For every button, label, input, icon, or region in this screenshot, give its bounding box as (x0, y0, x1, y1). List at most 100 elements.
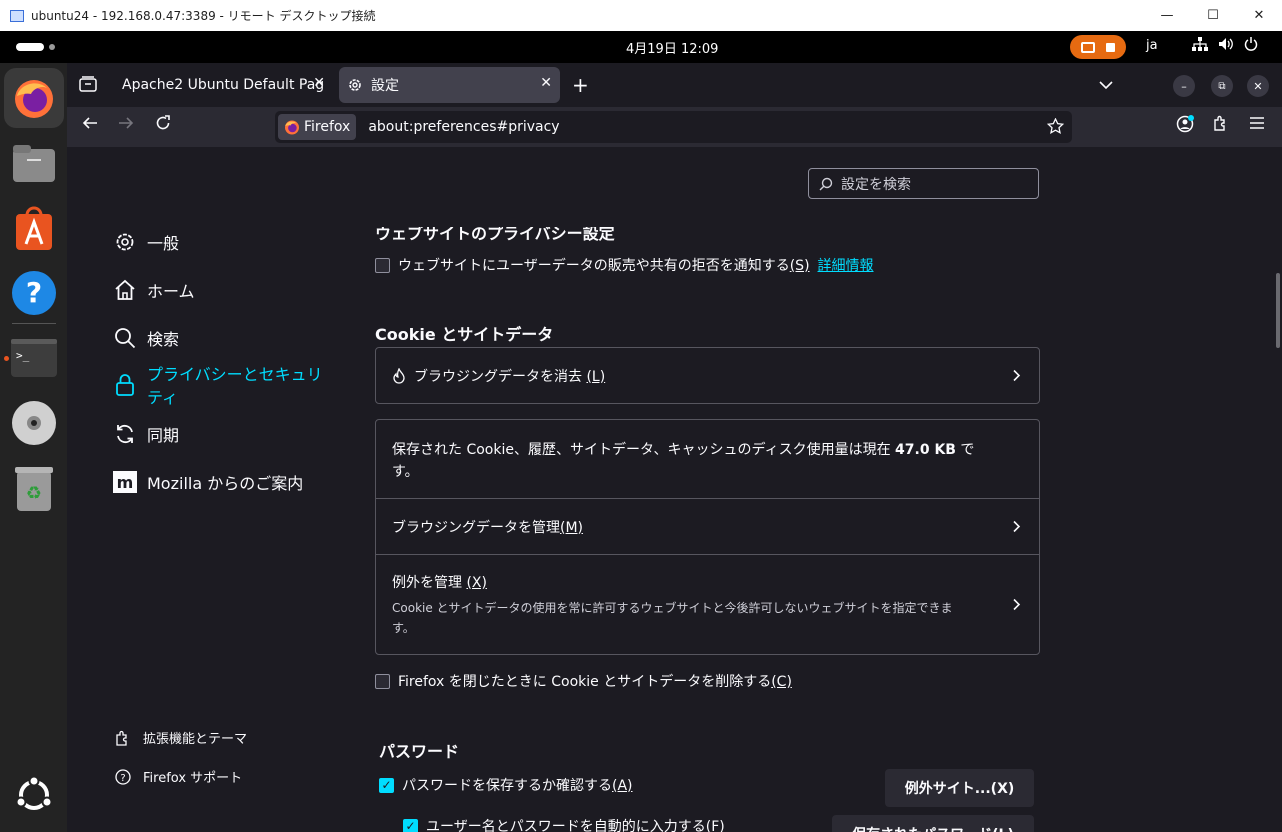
autofill-label: ユーザー名とパスワードを自動的に入力する (426, 819, 706, 832)
tab-title: Apache2 Ubuntu Default Pag (122, 77, 325, 93)
identity-box[interactable]: Firefox (278, 114, 357, 140)
chevron-right-icon (1013, 366, 1021, 385)
account-icon[interactable] (1176, 115, 1194, 137)
forward-arrow-icon[interactable] (118, 115, 134, 135)
reload-icon[interactable] (155, 115, 171, 135)
system-menu[interactable] (1192, 37, 1258, 51)
identity-label: Firefox (304, 119, 351, 135)
new-tab-plus-icon[interactable]: + (572, 73, 589, 97)
preferences-content: 設定を検索 一般 ホーム 検索 プライバシーとセキュリティ 同期 m Mozil… (67, 147, 1282, 832)
firefox-window: Apache2 Ubuntu Default Pag ✕ 設定 ✕ + – ⧉ … (67, 63, 1282, 832)
url-bar[interactable]: Firefox about:preferences#privacy (275, 111, 1072, 143)
back-arrow-icon[interactable] (82, 115, 98, 135)
hamburger-menu-icon[interactable] (1249, 115, 1265, 134)
category-mozilla[interactable]: m Mozilla からのご案内 (113, 470, 303, 494)
home-icon (113, 278, 137, 302)
ask-save-passwords-checkbox[interactable]: ✓ (379, 777, 394, 793)
dock-help[interactable]: ? (4, 263, 64, 323)
list-all-tabs-chevron-icon[interactable] (1099, 75, 1113, 94)
manage-exceptions-row[interactable]: 例外を管理 (X) Cookie とサイトデータの使用を常に許可するウェブサイト… (376, 555, 1039, 654)
category-label: Mozilla からのご案内 (147, 474, 304, 493)
category-label: 同期 (147, 426, 180, 445)
rdp-titlebar: ubuntu24 - 192.168.0.47:3389 - リモート デスクト… (0, 0, 1282, 31)
dock-show-apps[interactable] (4, 765, 64, 825)
clock[interactable]: 4月19日 12:09 (626, 38, 718, 57)
search-icon (819, 177, 833, 190)
exceptions-description: Cookie とサイトデータの使用を常に許可するウェブサイトと今後許可しないウェ… (392, 601, 953, 615)
delete-on-close-label: Firefox を閉じたときに Cookie とサイトデータを削除する (398, 674, 772, 690)
window-restore-button[interactable]: ⧉ (1211, 75, 1233, 97)
firefox-icon (15, 80, 53, 118)
clear-browsing-data-row[interactable]: ブラウジングデータを消去 (L) (376, 348, 1039, 403)
dock-files[interactable] (4, 133, 64, 193)
firefox-view-icon[interactable] (79, 76, 97, 96)
clear-browsing-data-label: ブラウジングデータを消去 (414, 368, 582, 385)
dnt-checkbox-row[interactable]: ウェブサイトにユーザーデータの販売や共有の拒否を通知する(S) 詳細情報 (375, 255, 874, 275)
puzzle-icon (116, 730, 127, 746)
tab-apache-default-page[interactable]: Apache2 Ubuntu Default Pag ✕ (109, 67, 333, 103)
disc-icon (12, 401, 56, 445)
clear-browsing-data-card[interactable]: ブラウジングデータを消去 (L) (375, 347, 1040, 404)
manage-exceptions-label: 例外を管理 (392, 575, 462, 591)
window-minimize-button[interactable]: – (1173, 75, 1195, 97)
usage-amount: 47.0 KB (895, 442, 956, 458)
footer-link-extensions-themes[interactable]: 拡張機能とテーマ (115, 728, 247, 747)
rdp-minimize-button[interactable]: — (1144, 0, 1190, 31)
gear-icon (347, 77, 363, 93)
ubuntu-logo-icon (15, 776, 53, 810)
category-home[interactable]: ホーム (113, 278, 195, 302)
category-general[interactable]: 一般 (113, 230, 179, 254)
settings-search-input[interactable]: 設定を検索 (808, 168, 1039, 199)
tab-settings[interactable]: 設定 ✕ (339, 67, 560, 103)
tab-close-icon[interactable]: ✕ (313, 75, 325, 91)
rdp-close-button[interactable]: ✕ (1236, 0, 1282, 31)
search-icon (113, 326, 137, 350)
mozilla-logo-icon: m (113, 470, 137, 494)
password-exceptions-button[interactable]: 例外サイト...(X) (885, 769, 1034, 807)
ask-save-passwords-row[interactable]: ✓ パスワードを保存するか確認する(A) (379, 775, 633, 795)
tab-close-icon[interactable]: ✕ (540, 75, 552, 91)
window-close-button[interactable]: ✕ (1247, 75, 1269, 97)
files-icon (13, 145, 55, 182)
manage-browsing-data-row[interactable]: ブラウジングデータを管理(M) (376, 499, 1039, 555)
input-language-indicator[interactable]: ja (1146, 38, 1158, 53)
screen-recording-indicator[interactable] (1070, 35, 1126, 59)
learn-more-link[interactable]: 詳細情報 (818, 255, 874, 275)
dock-optical-disc[interactable] (4, 393, 64, 453)
dnt-checkbox[interactable] (375, 257, 390, 273)
category-label: ホーム (147, 282, 195, 301)
autofill-logins-checkbox[interactable]: ✓ (403, 818, 418, 832)
workspace-dot-icon (49, 44, 55, 50)
gnome-top-bar: 4月19日 12:09 ja (0, 31, 1282, 63)
dock-trash[interactable]: ♻ (4, 458, 64, 518)
scrollbar-thumb[interactable] (1276, 273, 1280, 348)
usage-text: 保存された Cookie、履歴、サイトデータ、キャッシュのディスク使用量は現在 (392, 442, 891, 458)
url-text[interactable]: about:preferences#privacy (368, 119, 559, 135)
dock-terminal[interactable]: >_ (4, 328, 64, 388)
category-label: 一般 (147, 234, 180, 253)
dock-firefox[interactable] (4, 68, 64, 128)
cookies-heading: Cookie とサイトデータ (375, 325, 554, 344)
extensions-puzzle-icon[interactable] (1212, 115, 1229, 136)
category-sync[interactable]: 同期 (113, 422, 179, 446)
category-search[interactable]: 検索 (113, 326, 179, 350)
power-icon (1244, 37, 1258, 51)
chevron-right-icon (1013, 595, 1021, 614)
disk-usage-row: 保存された Cookie、履歴、サイトデータ、キャッシュのディスク使用量は現在 … (376, 420, 1039, 499)
category-privacy-security[interactable]: プライバシーとセキュリティ (113, 363, 327, 409)
bookmark-star-icon[interactable] (1046, 117, 1065, 139)
delete-on-close-row[interactable]: Firefox を閉じたときに Cookie とサイトデータを削除する(C) (375, 671, 792, 691)
manage-browsing-data-label: ブラウジングデータを管理 (392, 519, 560, 536)
dock-app-center[interactable] (4, 198, 64, 258)
dnt-access-key: (S) (789, 258, 810, 274)
exceptions-description-wrap: す。 (392, 621, 415, 635)
autofill-logins-row[interactable]: ✓ ユーザー名とパスワードを自動的に入力する(F) (403, 816, 725, 832)
svg-text:?: ? (120, 773, 125, 784)
footer-link-firefox-support[interactable]: ? Firefox サポート (115, 767, 242, 786)
activities-indicator[interactable] (16, 43, 55, 51)
network-icon (1192, 37, 1208, 51)
delete-on-close-checkbox[interactable] (375, 673, 390, 689)
scroll-clip (367, 207, 1067, 227)
rdp-maximize-button[interactable]: ☐ (1190, 0, 1236, 31)
saved-passwords-button[interactable]: 保存されたパスワード(L) (832, 815, 1034, 832)
